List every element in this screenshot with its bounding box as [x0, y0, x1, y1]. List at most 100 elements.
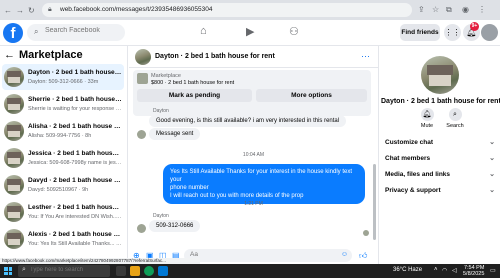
chevron-down-icon: ⌄ [489, 187, 495, 194]
conversation-preview: Alisha: 509-994-7756 · 8h [28, 133, 92, 139]
avatar[interactable] [137, 130, 146, 139]
search-button[interactable]: ⌕ Search [443, 108, 467, 129]
conversation-title: Lesther · 2 bed 1 bath house for ... [28, 204, 122, 211]
taskbar-search[interactable]: ⌕ [18, 265, 110, 277]
contact-name: Dayton · 2 bed 1 bath house for rent [381, 98, 500, 105]
avatar[interactable] [137, 224, 146, 233]
avatar[interactable] [481, 24, 498, 41]
conversation-preview: You: If You Are interested DN Wish... · … [28, 214, 122, 220]
conversation-item[interactable]: Jessica · 2 bed 1 bath house for r... Je… [2, 145, 124, 171]
listing-thumbnail [4, 229, 24, 249]
listing-thumbnail [4, 202, 24, 222]
share-icon[interactable]: ⇪ [418, 5, 425, 14]
back-arrow-icon[interactable]: ← [4, 49, 15, 61]
message-sender: Dayton [153, 108, 169, 114]
chat-title[interactable]: Dayton · 2 bed 1 bath house for rent [155, 53, 275, 60]
sidebar-title: Marketplace [19, 49, 83, 61]
message-line: I will reach out to you with more detail… [170, 193, 304, 199]
conversation-title: Alexis · 2 bed 1 bath house for r... [28, 231, 122, 238]
message-thread: Dayton Good evening, is this still avail… [129, 108, 378, 248]
conversation-item[interactable]: Alisha · 2 bed 1 bath house for r... Ali… [2, 118, 124, 144]
mark-as-pending-button[interactable]: Mark as pending [137, 89, 252, 102]
avatar[interactable] [421, 56, 459, 94]
menu-grid-icon[interactable]: ⋮⋮ [444, 24, 461, 41]
message-line: phone number [170, 185, 209, 191]
video-icon[interactable]: ▶ [246, 25, 254, 38]
groups-icon[interactable]: ⚇ [289, 25, 299, 38]
message-timestamp: 1:21 PM [244, 201, 263, 207]
conversation-title: Jessica · 2 bed 1 bath house for r... [28, 150, 122, 157]
emoji-icon[interactable]: ☺ [341, 251, 348, 258]
privacy-support-row[interactable]: Privacy & support ⌄ [385, 184, 495, 198]
scrollbar[interactable] [373, 164, 376, 240]
outgoing-message[interactable]: Yes Its Still Available Thanks for your … [163, 164, 365, 204]
chevron-down-icon: ⌄ [489, 171, 495, 178]
notification-center-icon[interactable]: ▭ [490, 267, 496, 274]
facebook-logo[interactable]: f [3, 23, 23, 43]
listing-thumbnail [4, 121, 24, 141]
customize-chat-row[interactable]: Customize chat ⌄ [385, 136, 495, 150]
extensions-icon[interactable]: ⧉ [446, 5, 452, 15]
file-explorer-icon[interactable] [130, 266, 140, 276]
sidebar-header: ← Marketplace [4, 49, 83, 61]
conversation-title: Davyd · 2 bed 1 bath house for r... [28, 177, 122, 184]
back-arrow-icon[interactable]: ← [4, 6, 12, 15]
avatar[interactable] [135, 49, 151, 65]
reload-icon[interactable]: ↻ [28, 6, 35, 15]
conversation-preview: Sherrie is waiting for your response · 6… [28, 106, 122, 112]
message-input[interactable] [190, 251, 330, 258]
conversation-item[interactable]: Davyd · 2 bed 1 bath house for r... Davy… [2, 172, 124, 198]
network-icon[interactable]: ◠ [442, 267, 447, 274]
more-icon[interactable]: ⋯ [361, 51, 370, 62]
incoming-message[interactable]: 509-312-0666 [149, 220, 201, 232]
weather-widget[interactable]: 36°C Haze [393, 267, 422, 273]
conversation-item[interactable]: Sherrie · 2 bed 1 bath house for ... She… [2, 91, 124, 117]
mute-button[interactable]: 🔔︎ Mute [415, 108, 439, 129]
chat-panel: Dayton · 2 bed 1 bath house for rent ⋯ M… [129, 46, 378, 264]
address-bar[interactable]: 🔒︎ web.facebook.com/messages/t/239354869… [42, 3, 412, 17]
listing-thumbnail [4, 67, 24, 87]
taskbar-search-input[interactable] [30, 267, 108, 273]
conversation-preview: You: Yes Its Still Available Thanks... ·… [28, 241, 122, 247]
message-field[interactable]: ☺ [184, 249, 352, 262]
chrome-icon[interactable] [144, 266, 154, 276]
search-input[interactable] [45, 27, 121, 34]
profile-icon[interactable]: ◉ [462, 5, 469, 14]
conversation-preview: Dayton: 509-312-0666 · 33m [28, 79, 99, 85]
menu-icon[interactable]: ⋮ [478, 5, 486, 14]
listing-thumbnail[interactable] [137, 73, 148, 84]
volume-icon[interactable]: ◁ [452, 267, 457, 274]
message-sender: Dayton [153, 213, 169, 219]
facebook-header: f ⌕ ⌂ ▶ ⚇ Find friends ⋮⋮ 🔔︎ 9+ [0, 20, 500, 46]
conversation-preview: Jessica: 509-608-7998y name is jes... · … [28, 160, 122, 166]
chevron-down-icon: ⌄ [489, 139, 495, 146]
forward-arrow-icon[interactable]: → [16, 6, 24, 15]
lock-icon[interactable]: 🔒︎ [48, 6, 52, 14]
incoming-message[interactable]: Good evening, is this still available? i… [149, 115, 347, 127]
more-options-button[interactable]: More options [256, 89, 367, 102]
edge-icon[interactable] [158, 266, 168, 276]
taskbar: ⌕ 36°C Haze ˄ ◠ ◁ 7:54 PM 5/8/2025 ▭ [0, 264, 500, 278]
conversation-item[interactable]: Alexis · 2 bed 1 bath house for r... You… [2, 226, 124, 252]
chat-members-row[interactable]: Chat members ⌄ [385, 152, 495, 166]
find-friends-button[interactable]: Find friends [400, 24, 440, 41]
search-icon: ⌕ [448, 108, 462, 121]
conversation-title: Dayton · 2 bed 1 bath house for ... [28, 69, 122, 76]
task-view-icon[interactable] [116, 266, 126, 276]
thumbs-up-icon[interactable]: 👍︎ [359, 251, 367, 261]
seen-avatar [363, 230, 369, 236]
star-icon[interactable]: ☆ [432, 5, 439, 14]
listing-thumbnail [4, 148, 24, 168]
incoming-message[interactable]: Message sent [149, 128, 201, 140]
listing-title[interactable]: $800 · 2 bed 1 bath house for rent [151, 80, 234, 86]
conversation-item[interactable]: Dayton · 2 bed 1 bath house for ... Dayt… [2, 64, 124, 90]
clock[interactable]: 7:54 PM 5/8/2025 [463, 265, 484, 277]
chevron-up-icon[interactable]: ˄ [434, 267, 438, 273]
media-files-row[interactable]: Media, files and links ⌄ [385, 168, 495, 182]
conversation-item[interactable]: Lesther · 2 bed 1 bath house for ... You… [2, 199, 124, 225]
windows-start-icon[interactable] [4, 267, 12, 275]
facebook-search[interactable]: ⌕ [27, 24, 125, 41]
home-icon[interactable]: ⌂ [200, 25, 207, 37]
row-label: Customize chat [385, 139, 434, 146]
search-icon: ⌕ [34, 27, 39, 36]
